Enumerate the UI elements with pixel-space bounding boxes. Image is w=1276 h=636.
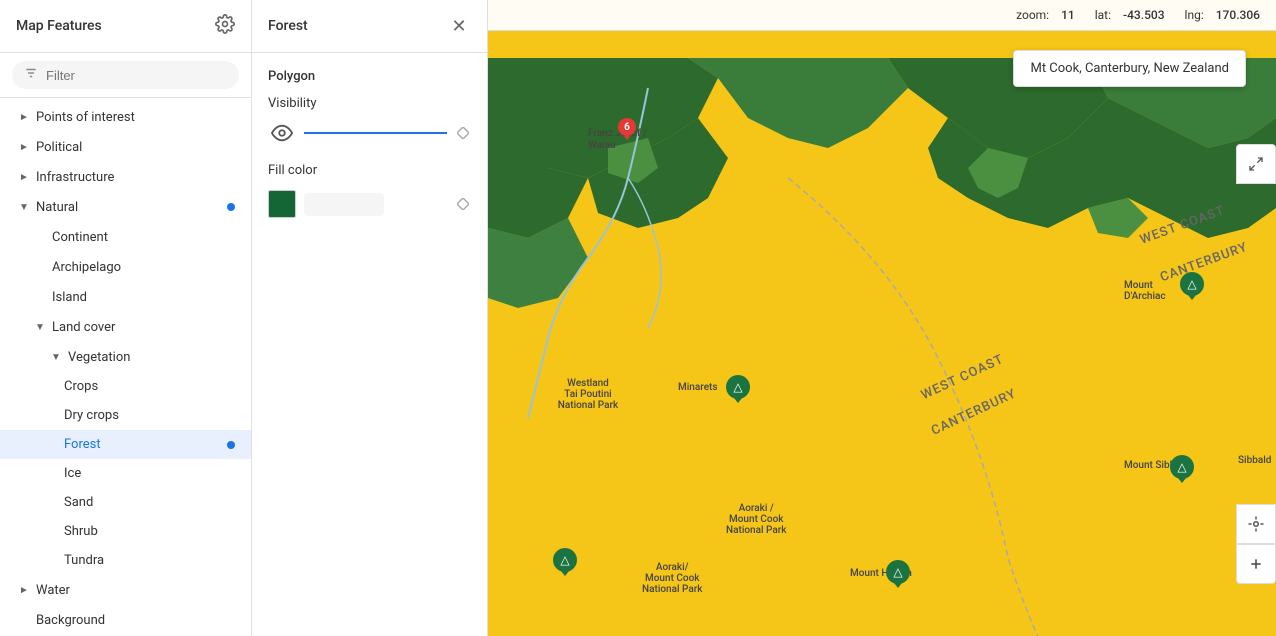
sidebar-item-forest[interactable]: Forest [0,430,251,459]
sidebar-item-label: Land cover [52,320,235,335]
location-button[interactable] [1236,504,1276,544]
fill-color-row: 146735 [268,190,471,218]
sidebar-item-label: Forest [64,437,223,452]
eye-icon[interactable] [268,119,296,147]
sidebar: Map Features ► Points of interest ► P [0,0,252,636]
chevron-down-icon: ▼ [16,199,32,215]
sidebar-item-label: Points of interest [36,110,235,125]
chevron-right-icon: ► [16,582,32,598]
park-marker-2: △ [553,548,577,572]
sidebar-item-water[interactable]: ► Water [0,575,251,605]
map-header-bar: zoom: 11 lat: -43.503 lng: 170.306 [488,0,1276,31]
lat-label: lat: [1095,8,1111,22]
sidebar-item-label: Natural [36,200,223,215]
sidebar-item-ice[interactable]: Ice [0,459,251,488]
sidebar-item-crops[interactable]: Crops [0,372,251,401]
detail-header: Forest ✕ [252,0,487,53]
sidebar-item-label: Political [36,140,235,155]
polygon-label: Polygon [268,69,471,84]
lat-value: -43.503 [1123,8,1165,22]
filter-input-wrap [12,61,239,89]
fill-color-label: Fill color [268,163,471,178]
sidebar-item-vegetation[interactable]: ▼ Vegetation [0,342,251,372]
chevron-down-icon: ▼ [32,319,48,335]
visibility-label: Visibility [268,96,471,111]
chevron-right-icon: ► [16,109,32,125]
sidebar-item-infrastructure[interactable]: ► Infrastructure [0,162,251,192]
diamond-icon[interactable] [455,125,471,141]
visibility-row [268,119,471,147]
filter-input[interactable] [46,68,227,83]
sidebar-item-background[interactable]: ► Background [0,605,251,635]
sidebar-item-label: Sand [64,495,235,510]
sidebar-item-shrub[interactable]: Shrub [0,517,251,546]
sidebar-item-label: Archipelago [52,260,235,275]
forest-polygon [688,58,908,148]
park-marker-5: △ [1180,272,1204,296]
settings-icon[interactable] [215,14,235,38]
sidebar-item-label: Dry crops [64,408,235,423]
sidebar-item-natural[interactable]: ▼ Natural [0,192,251,222]
detail-body: Polygon Visibility Fill color 146735 [252,53,487,234]
zoom-label: zoom: [1016,8,1049,22]
location-text: Mt Cook, Canterbury, New Zealand [1030,61,1229,76]
map-controls [1236,96,1276,584]
sidebar-item-tundra[interactable]: Tundra [0,546,251,575]
map-area[interactable]: zoom: 11 lat: -43.503 lng: 170.306 [488,0,1276,636]
sidebar-item-label: Vegetation [68,350,235,365]
fill-diamond-icon[interactable] [455,196,471,212]
nav-list: ► Points of interest ► Political ► Infra… [0,98,251,636]
sidebar-item-points-of-interest[interactable]: ► Points of interest [0,102,251,132]
filter-icon [24,66,38,84]
sidebar-item-label: Background [36,613,235,628]
sidebar-item-land-cover[interactable]: ▼ Land cover [0,312,251,342]
park-marker-4: △ [1170,455,1194,479]
red-marker: 6 [618,118,636,136]
lng-value: 170.306 [1216,8,1260,22]
color-swatch[interactable] [268,190,296,218]
divider [304,132,447,134]
chevron-right-icon: ► [16,169,32,185]
color-hex-input[interactable]: 146735 [304,193,384,216]
sidebar-header: Map Features [0,0,251,53]
chevron-right-icon: ► [16,139,32,155]
sidebar-item-continent[interactable]: ► Continent [0,222,251,252]
location-tooltip: Mt Cook, Canterbury, New Zealand [1013,50,1246,87]
active-dot [227,203,235,211]
map-background: Mt Cook, Canterbury, New Zealand WEST CO… [488,0,1276,636]
sidebar-item-label: Crops [64,379,235,394]
close-button[interactable]: ✕ [447,14,471,38]
sidebar-item-dry-crops[interactable]: Dry crops [0,401,251,430]
sidebar-item-label: Tundra [64,553,235,568]
sidebar-item-label: Island [52,290,235,305]
zoom-value: 11 [1061,8,1075,22]
sidebar-item-island[interactable]: ► Island [0,282,251,312]
active-dot [227,441,235,449]
sidebar-item-label: Continent [52,230,235,245]
map-svg [488,40,1276,636]
park-marker-3: △ [886,560,910,584]
park-marker-1: △ [726,375,750,399]
sidebar-item-archipelago[interactable]: ► Archipelago [0,252,251,282]
sidebar-item-political[interactable]: ► Political [0,132,251,162]
sidebar-item-label: Shrub [64,524,235,539]
detail-panel: Forest ✕ Polygon Visibility Fill color 1… [252,0,488,636]
sidebar-title: Map Features [16,18,102,34]
fullscreen-button[interactable] [1236,144,1276,184]
lng-label: lng: [1185,8,1204,22]
zoom-in-button[interactable] [1236,544,1276,584]
chevron-down-icon: ▼ [48,349,64,365]
sidebar-item-label: Water [36,583,235,598]
filter-bar [0,53,251,98]
sidebar-item-label: Infrastructure [36,170,235,185]
detail-title: Forest [268,18,308,34]
sidebar-item-sand[interactable]: Sand [0,488,251,517]
sidebar-item-label: Ice [64,466,235,481]
boundary-line [788,178,1048,636]
